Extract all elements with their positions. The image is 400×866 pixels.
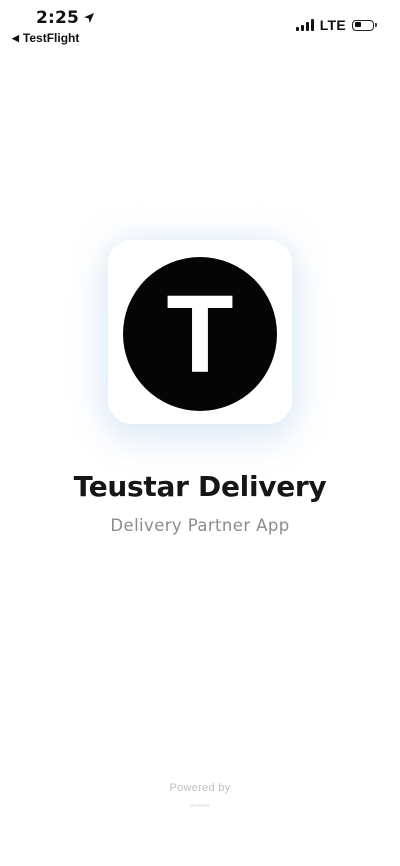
battery-level-fill bbox=[354, 22, 361, 27]
app-logo-card: T bbox=[108, 240, 292, 424]
logo-letter: T bbox=[166, 273, 234, 396]
time-row: 2:25 bbox=[36, 8, 95, 28]
status-time: 2:25 bbox=[36, 8, 80, 28]
status-bar: 2:25 ◀ TestFlight LTE bbox=[0, 0, 400, 52]
cellular-signal-icon bbox=[295, 19, 314, 31]
vendor-logo: ursavior bbox=[189, 803, 211, 809]
footer: Powered by ursavior bbox=[0, 782, 400, 809]
app-logo-icon: T bbox=[123, 257, 277, 411]
back-app-label: TestFlight bbox=[22, 31, 80, 45]
location-arrow-icon bbox=[83, 12, 95, 24]
status-indicators: LTE bbox=[295, 17, 377, 33]
app-subtitle: Delivery Partner App bbox=[110, 516, 290, 535]
back-triangle-icon: ◀ bbox=[12, 32, 19, 43]
battery-cap bbox=[375, 23, 377, 27]
battery-icon bbox=[352, 19, 377, 31]
network-type-label: LTE bbox=[319, 17, 346, 33]
app-title: Teustar Delivery bbox=[73, 470, 327, 503]
powered-by-label: Powered by bbox=[169, 782, 231, 794]
back-to-testflight-button[interactable]: ◀ TestFlight bbox=[12, 31, 79, 45]
